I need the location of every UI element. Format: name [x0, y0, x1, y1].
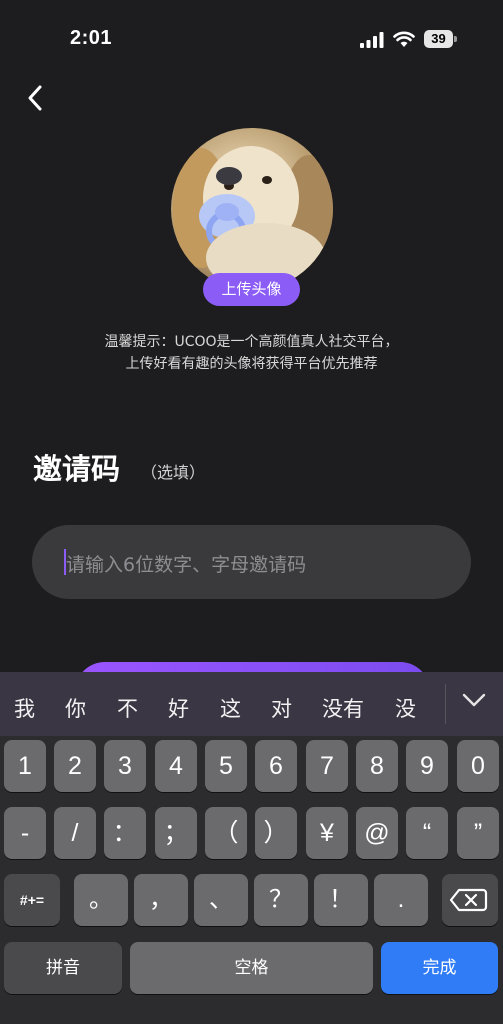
key-2[interactable]: 2	[54, 740, 96, 792]
key-yen[interactable]: ¥	[306, 807, 348, 859]
key-period-cn[interactable]: 。	[74, 874, 128, 926]
status-time: 2:01	[70, 27, 113, 49]
key-pinyin[interactable]: 拼音	[4, 942, 122, 994]
key-dot[interactable]: .	[374, 874, 428, 926]
key-hyphen[interactable]: -	[4, 807, 46, 859]
key-7[interactable]: 7	[306, 740, 348, 792]
backspace-icon	[449, 888, 488, 912]
key-8[interactable]: 8	[356, 740, 398, 792]
key-right-quote[interactable]: ”	[457, 807, 499, 859]
wifi-icon	[393, 31, 415, 47]
tip-line-1: 温馨提示：UCOO是一个高颜值真人社交平台，	[104, 334, 399, 350]
candidate-word[interactable]: 没有	[322, 693, 364, 723]
invite-optional-label: （选填）	[141, 463, 206, 482]
upload-avatar-button[interactable]: 上传头像	[203, 273, 300, 306]
key-6[interactable]: 6	[255, 740, 297, 792]
candidate-word[interactable]: 没	[395, 693, 416, 723]
key-4[interactable]: 4	[155, 740, 197, 792]
candidate-word[interactable]: 这	[220, 693, 241, 723]
key-9[interactable]: 9	[406, 740, 448, 792]
key-semicolon[interactable]: ；	[155, 807, 197, 859]
chevron-down-icon[interactable]	[459, 686, 489, 714]
key-colon[interactable]: ：	[104, 807, 146, 859]
candidate-word[interactable]: 不	[117, 693, 138, 723]
key-done[interactable]: 完成	[381, 942, 498, 994]
battery-icon: 39	[424, 30, 458, 48]
key-1[interactable]: 1	[4, 740, 46, 792]
tip-line-2: 上传好看有趣的头像将获得平台优先推荐	[125, 356, 378, 372]
candidate-word[interactable]: 我	[14, 693, 35, 723]
key-question[interactable]: ？	[254, 874, 308, 926]
backspace-key[interactable]	[442, 874, 498, 926]
candidate-word[interactable]: 你	[65, 693, 86, 723]
key-space[interactable]: 空格	[130, 942, 373, 994]
candidate-divider	[445, 684, 446, 724]
key-right-paren[interactable]: ）	[255, 807, 297, 859]
candidate-word[interactable]: 对	[271, 693, 292, 723]
back-arrow-icon[interactable]	[20, 80, 54, 116]
invite-code-title: 邀请码	[33, 452, 121, 486]
invite-code-placeholder: 请输入6位数字、字母邀请码	[66, 554, 307, 576]
key-slash[interactable]: /	[54, 807, 96, 859]
key-at[interactable]: @	[356, 807, 398, 859]
avatar[interactable]	[171, 128, 333, 290]
key-left-paren[interactable]: （	[205, 807, 247, 859]
key-exclaim[interactable]: ！	[314, 874, 368, 926]
key-5[interactable]: 5	[205, 740, 247, 792]
key-more-symbols[interactable]: #+=	[4, 874, 60, 926]
key-3[interactable]: 3	[104, 740, 146, 792]
key-enum-comma[interactable]: 、	[194, 874, 248, 926]
key-left-quote[interactable]: “	[406, 807, 448, 859]
key-comma-cn[interactable]: ，	[134, 874, 188, 926]
avatar-photo	[173, 146, 333, 290]
signal-icon	[360, 32, 384, 48]
key-0[interactable]: 0	[457, 740, 499, 792]
candidate-word[interactable]: 好	[168, 693, 189, 723]
battery-level: 39	[424, 30, 453, 48]
